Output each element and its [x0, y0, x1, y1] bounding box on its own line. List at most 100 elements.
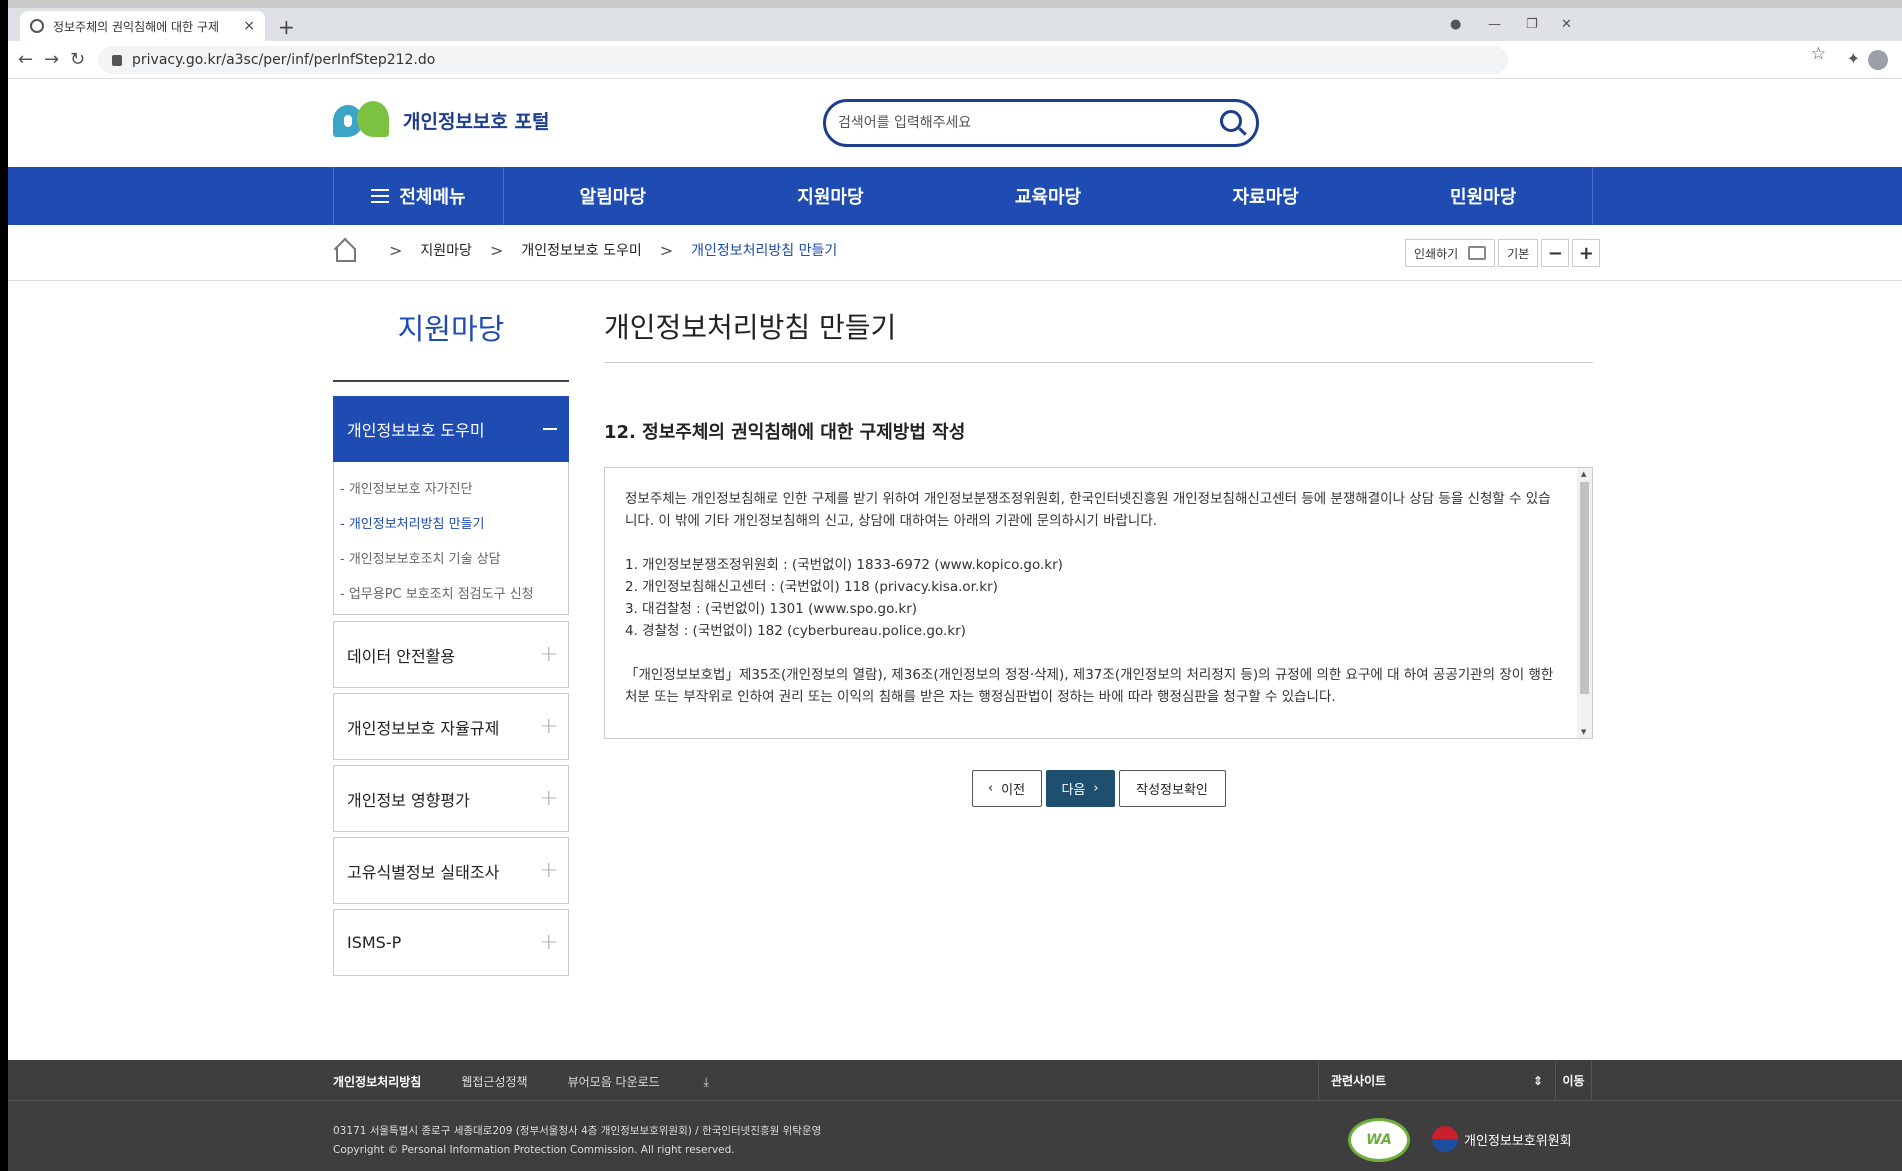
org-name: 개인정보보호위원회 — [1464, 1133, 1572, 1149]
submenu-item-policy-maker[interactable]: - 개인정보처리방침 만들기 — [340, 505, 568, 540]
side-nav-label: ISMS-P — [347, 933, 402, 952]
breadcrumb-current[interactable]: 개인정보처리방침 만들기 — [691, 240, 837, 260]
site-logo[interactable]: 개인정보보호 포털 — [333, 101, 549, 139]
gnb-item-support[interactable]: 지원마당 — [722, 167, 940, 225]
page-title: 개인정보처리방침 만들기 — [604, 279, 1593, 363]
print-button[interactable]: 인쇄하기 — [1405, 239, 1496, 267]
expand-plus-icon: + — [539, 786, 558, 811]
breadcrumb-bar: > 지원마당 > 개인정보보호 도우미 > 개인정보처리방침 만들기 인쇄하기 … — [8, 225, 1902, 281]
check-info-button[interactable]: 작성정보확인 — [1118, 770, 1226, 807]
taegeuk-icon — [1432, 1126, 1458, 1152]
side-nav-title: 지원마당 — [333, 279, 569, 382]
gnb-item-resources[interactable]: 자료마당 — [1157, 167, 1375, 225]
address-bar-row: ← → ↻ privacy.go.kr/a3sc/per/inf/perInfS… — [8, 41, 1902, 79]
prev-button[interactable]: ‹ 이전 — [971, 770, 1042, 807]
gnb-item-education[interactable]: 교육마당 — [939, 167, 1157, 225]
gnb-item-civil[interactable]: 민원마당 — [1374, 167, 1592, 225]
side-nav-impact-assessment[interactable]: 개인정보 영향평가 + — [333, 765, 569, 832]
side-nav-label: 개인정보보호 자율규제 — [347, 718, 500, 738]
next-label: 다음 — [1061, 783, 1086, 798]
printer-icon — [1468, 246, 1487, 260]
chevron-right-icon: > — [389, 240, 403, 260]
agency-list-item: 1. 개인정보분쟁조정위원회 : (국번없이) 1833-6972 (www.k… — [625, 557, 1063, 573]
extensions-icon[interactable]: ✦ — [1847, 49, 1860, 68]
scroll-thumb[interactable] — [1580, 482, 1589, 694]
breadcrumb-item[interactable]: 개인정보보호 도우미 — [521, 240, 641, 260]
side-nav-unique-id-survey[interactable]: 고유식별정보 실태조사 + — [333, 837, 569, 904]
browser-chrome: 정보주체의 권익침해에 대한 구제 × + ● — ❐ ✕ ← → ↻ priv… — [8, 0, 1902, 79]
scroll-down-icon[interactable]: ▼ — [1581, 728, 1586, 736]
profile-avatar-icon[interactable] — [1868, 50, 1888, 70]
page-tools: 인쇄하기 기본 − + — [1402, 239, 1601, 267]
footer-address: 03171 서울특별시 종로구 세종대로209 (정부서울청사 4층 개인정보보… — [333, 1122, 821, 1160]
search-input[interactable] — [838, 115, 1198, 131]
all-menu-label: 전체메뉴 — [399, 187, 466, 208]
wa-certification-mark: WA — [1348, 1118, 1410, 1162]
side-nav-data-safety[interactable]: 데이터 안전활용 + — [333, 621, 569, 688]
minimize-icon[interactable]: — — [1488, 17, 1501, 32]
tab-title: 정보주체의 권익침해에 대한 구제 — [53, 19, 220, 34]
legal-paragraph: 「개인정보보호법」제35조(개인정보의 열람), 제36조(개인정보의 정정·삭… — [625, 667, 1554, 705]
next-button[interactable]: 다음 › — [1045, 770, 1115, 807]
all-menu-button[interactable]: 전체메뉴 — [334, 167, 504, 225]
search-icon[interactable] — [1220, 110, 1242, 132]
main-content: 개인정보처리방침 만들기 12. 정보주체의 권익침해에 대한 구제방법 작성 … — [604, 279, 1593, 807]
close-window-icon[interactable]: ✕ — [1561, 17, 1572, 32]
go-button[interactable]: 이동 — [1556, 1060, 1592, 1101]
profile-dropdown-icon[interactable]: ● — [1450, 17, 1461, 32]
logo-text: 개인정보보호 포털 — [403, 110, 550, 133]
back-icon[interactable]: ← — [18, 49, 33, 70]
submenu-item-self-diagnosis[interactable]: - 개인정보보호 자가진단 — [340, 470, 568, 505]
reload-icon[interactable]: ↻ — [70, 49, 85, 70]
font-decrease-button[interactable]: − — [1541, 239, 1570, 267]
maximize-icon[interactable]: ❐ — [1526, 17, 1538, 32]
global-nav: 전체메뉴 알림마당 지원마당 교육마당 자료마당 민원마당 — [8, 167, 1902, 225]
expand-plus-icon: + — [539, 714, 558, 739]
home-icon[interactable] — [333, 239, 356, 262]
side-nav-isms-p[interactable]: ISMS-P + — [333, 909, 569, 976]
side-nav-submenu: - 개인정보보호 자가진단 - 개인정보처리방침 만들기 - 개인정보보호조치 … — [333, 462, 569, 615]
step-buttons: ‹ 이전 다음 › 작성정보확인 — [604, 770, 1593, 807]
agency-list-item: 3. 대검찰청 : (국번없이) 1301 (www.spo.go.kr) — [625, 601, 918, 617]
window-edge — [0, 0, 8, 1171]
site-header: 개인정보보호 포털 — [8, 79, 1902, 167]
submenu-item-pc-check-tool[interactable]: - 업무용PC 보호조치 점검도구 신청 — [340, 575, 568, 610]
font-default-button[interactable]: 기본 — [1498, 239, 1539, 267]
tab-close-icon[interactable]: × — [243, 18, 255, 34]
agency-list-item: 2. 개인정보침해신고센터 : (국번없이) 118 (privacy.kisa… — [625, 579, 998, 595]
scroll-up-icon[interactable]: ▲ — [1581, 470, 1586, 478]
side-nav-group-label: 개인정보보호 도우미 — [347, 421, 485, 440]
submenu-item-tech-consult[interactable]: - 개인정보보호조치 기술 상담 — [340, 540, 568, 575]
section-title: 12. 정보주체의 권익침해에 대한 구제방법 작성 — [604, 422, 966, 443]
viewer-download-label: 뷰어모음 다운로드 — [567, 1075, 660, 1089]
logo-mark-icon — [333, 101, 391, 139]
remedy-text-box[interactable]: 정보주체는 개인정보침해로 인한 구제를 받기 위하여 개인정보분쟁조정위원회,… — [604, 467, 1593, 739]
gnb-item-notice[interactable]: 알림마당 — [504, 167, 722, 225]
font-increase-button[interactable]: + — [1572, 239, 1601, 267]
select-arrows-icon: ⇕ — [1532, 1073, 1543, 1088]
url-bar[interactable]: privacy.go.kr/a3sc/per/inf/perInfStep212… — [98, 46, 1508, 74]
chevron-right-icon: > — [489, 240, 504, 260]
footer-link-viewer-download[interactable]: 뷰어모음 다운로드 ⤓ — [568, 1073, 749, 1090]
side-nav-open-group: 개인정보보호 도우미 - 개인정보보호 자가진단 - 개인정보처리방침 만들기 … — [333, 396, 569, 615]
footer-link-accessibility[interactable]: 웹접근성정책 — [461, 1073, 527, 1090]
scrollbar[interactable]: ▲ ▼ — [1577, 468, 1592, 738]
web-page: 개인정보보호 포털 전체메뉴 알림마당 지원마당 교육마당 자료마당 민원마당 … — [8, 79, 1902, 1171]
pipc-logo[interactable]: 개인정보보호위원회 — [1432, 1126, 1572, 1152]
breadcrumb-item[interactable]: 지원마당 — [420, 240, 472, 260]
related-sites-select[interactable]: 관련사이트 ⇕ — [1318, 1060, 1556, 1101]
side-nav: 지원마당 개인정보보호 도우미 - 개인정보보호 자가진단 - 개인정보처리방침… — [333, 279, 569, 976]
related-sites-label: 관련사이트 — [1331, 1074, 1387, 1088]
new-tab-button[interactable]: + — [278, 15, 295, 39]
print-label: 인쇄하기 — [1414, 246, 1459, 261]
browser-tab[interactable]: 정보주체의 권익침해에 대한 구제 × — [20, 11, 265, 41]
forward-icon[interactable]: → — [44, 49, 59, 70]
footer-link-privacy-policy[interactable]: 개인정보처리방침 — [333, 1073, 421, 1090]
side-nav-self-regulation[interactable]: 개인정보보호 자율규제 + — [333, 693, 569, 760]
side-nav-label: 개인정보 영향평가 — [347, 790, 470, 810]
hamburger-icon — [371, 189, 390, 203]
chevron-right-icon: › — [1093, 781, 1099, 796]
side-nav-privacy-helper[interactable]: 개인정보보호 도우미 — [333, 396, 569, 462]
agency-list-item: 4. 경찰청 : (국번없이) 182 (cyberbureau.police.… — [625, 623, 966, 639]
bookmark-star-icon[interactable]: ☆ — [1811, 44, 1826, 64]
